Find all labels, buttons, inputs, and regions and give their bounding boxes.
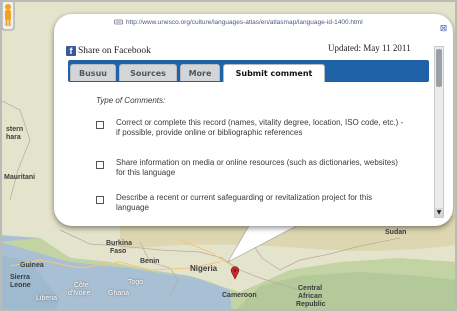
- tab-bar: Busuu Sources More Submit comment: [68, 60, 429, 82]
- url-bar[interactable]: http://www.unesco.org/culture/languages-…: [114, 19, 363, 26]
- comment-option[interactable]: Correct or complete this record (names, …: [96, 118, 406, 138]
- tab-more[interactable]: More: [180, 64, 220, 81]
- share-label[interactable]: Share on Facebook: [78, 46, 151, 56]
- info-window: http://www.unesco.org/culture/languages-…: [54, 14, 453, 226]
- tab-submit-comment[interactable]: Submit comment: [223, 64, 325, 82]
- option-checkbox[interactable]: [96, 196, 104, 204]
- scrollbar[interactable]: ▼: [434, 46, 444, 218]
- updated-date: Updated: May 11 2011: [328, 43, 411, 53]
- comment-form: Type of Comments: Correct or complete th…: [68, 82, 429, 220]
- option-label: Share information on media or online res…: [116, 158, 398, 177]
- comment-type-heading: Type of Comments:: [96, 96, 166, 105]
- option-label: Describe a recent or current safeguardin…: [116, 193, 373, 212]
- close-icon[interactable]: ⊠: [439, 25, 448, 34]
- comment-option[interactable]: Describe a recent or current safeguardin…: [96, 193, 406, 213]
- tab-sources[interactable]: Sources: [119, 64, 177, 81]
- url-text[interactable]: http://www.unesco.org/culture/languages-…: [126, 19, 363, 26]
- facebook-icon: f: [66, 46, 76, 56]
- comment-option[interactable]: Share information on media or online res…: [96, 158, 406, 178]
- facebook-share-link[interactable]: f Share on Facebook: [66, 46, 151, 56]
- link-icon: [114, 19, 123, 25]
- scroll-down-arrow-icon[interactable]: ▼: [435, 208, 443, 217]
- tab-busuu[interactable]: Busuu: [70, 64, 116, 81]
- option-checkbox[interactable]: [96, 161, 104, 169]
- scrollbar-thumb[interactable]: [436, 49, 442, 87]
- option-checkbox[interactable]: [96, 121, 104, 129]
- option-label: Correct or complete this record (names, …: [116, 118, 404, 137]
